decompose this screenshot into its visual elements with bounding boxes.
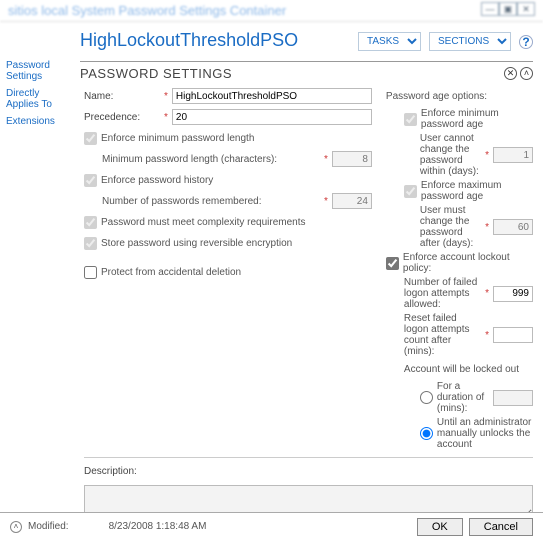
min-icon[interactable]: —	[481, 2, 499, 16]
sections-dropdown[interactable]: SECTIONS	[429, 32, 511, 51]
chevron-up-icon[interactable]: ˄	[10, 521, 22, 533]
sidebar: Password Settings Directly Applies To Ex…	[0, 22, 76, 512]
required-icon: *	[164, 112, 168, 123]
reset-count-field[interactable]	[493, 327, 533, 343]
reversible-checkbox[interactable]	[84, 237, 97, 250]
required-icon: *	[485, 150, 489, 161]
required-icon: *	[324, 154, 328, 165]
until-admin-label: Until an administrator manually unlocks …	[437, 417, 533, 450]
reversible-label: Store password using reversible encrypti…	[101, 238, 292, 249]
name-label: Name:	[84, 91, 160, 102]
failed-attempts-label: Number of failed logon attempts allowed:	[404, 277, 481, 310]
age-header: Password age options:	[386, 91, 487, 102]
enforce-min-length-checkbox[interactable]	[84, 132, 97, 145]
section-heading: PASSWORD SETTINGS	[80, 66, 501, 81]
modified-value: 8/23/2008 1:18:48 AM	[109, 521, 207, 532]
enforce-max-age-checkbox[interactable]	[404, 185, 417, 198]
precedence-label: Precedence:	[84, 112, 160, 123]
page-title: HighLockoutThresholdPSO	[80, 30, 298, 51]
enforce-history-label: Enforce password history	[101, 175, 213, 186]
max-age-label: User must change the password after (day…	[420, 205, 481, 249]
duration-label: For a duration of (mins):	[437, 381, 493, 414]
reset-count-label: Reset failed logon attempts count after …	[404, 313, 481, 357]
footer: ˄ Modified: 8/23/2008 1:18:48 AM OK Canc…	[0, 512, 543, 540]
close-section-icon[interactable]: ✕	[504, 67, 517, 80]
collapse-section-icon[interactable]: ˄	[520, 67, 533, 80]
enforce-min-length-label: Enforce minimum password length	[101, 133, 254, 144]
section-password-settings: PASSWORD SETTINGS ✕ ˄ Name: * Precedence…	[80, 61, 533, 512]
max-age-field[interactable]	[493, 219, 533, 235]
until-admin-radio[interactable]	[420, 427, 433, 440]
protect-label: Protect from accidental deletion	[101, 267, 241, 278]
duration-field[interactable]	[493, 390, 533, 406]
min-age-label: User cannot change the password within (…	[420, 133, 481, 177]
cancel-button[interactable]: Cancel	[469, 518, 533, 536]
required-icon: *	[164, 91, 168, 102]
enforce-lockout-checkbox[interactable]	[386, 257, 399, 270]
min-age-field[interactable]	[493, 147, 533, 163]
modified-label: Modified:	[28, 521, 69, 532]
tasks-dropdown[interactable]: TASKS	[358, 32, 421, 51]
enforce-history-checkbox[interactable]	[84, 174, 97, 187]
min-length-field[interactable]	[332, 151, 372, 167]
description-field[interactable]	[84, 485, 533, 512]
min-length-label: Minimum password length (characters):	[102, 154, 320, 165]
enforce-max-age-label: Enforce maximum password age	[421, 180, 533, 202]
ok-button[interactable]: OK	[417, 518, 463, 536]
precedence-field[interactable]	[172, 109, 372, 125]
help-icon[interactable]: ?	[519, 35, 533, 49]
close-icon[interactable]: ✕	[517, 2, 535, 16]
breadcrumb: sitios local System Password Settings Co…	[0, 0, 543, 22]
enforce-lockout-label: Enforce account lockout policy:	[403, 252, 533, 274]
enforce-min-age-checkbox[interactable]	[404, 113, 417, 126]
history-label: Number of passwords remembered:	[102, 196, 320, 207]
breadcrumb-text: sitios local System Password Settings Co…	[8, 3, 286, 18]
protect-checkbox[interactable]	[84, 266, 97, 279]
required-icon: *	[324, 196, 328, 207]
history-field[interactable]	[332, 193, 372, 209]
description-label: Description:	[84, 466, 160, 477]
required-icon: *	[485, 222, 489, 233]
failed-attempts-field[interactable]	[493, 286, 533, 302]
required-icon: *	[485, 288, 489, 299]
locked-out-label: Account will be locked out	[404, 364, 519, 375]
duration-radio[interactable]	[420, 391, 433, 404]
complexity-label: Password must meet complexity requiremen…	[101, 217, 306, 228]
enforce-min-age-label: Enforce minimum password age	[421, 108, 533, 130]
sidebar-item-directly-applies[interactable]: Directly Applies To	[6, 88, 72, 110]
name-field[interactable]	[172, 88, 372, 104]
required-icon: *	[485, 330, 489, 341]
max-icon[interactable]: ▣	[499, 2, 517, 16]
sidebar-item-password-settings[interactable]: Password Settings	[6, 60, 72, 82]
sidebar-item-extensions[interactable]: Extensions	[6, 116, 72, 127]
complexity-checkbox[interactable]	[84, 216, 97, 229]
